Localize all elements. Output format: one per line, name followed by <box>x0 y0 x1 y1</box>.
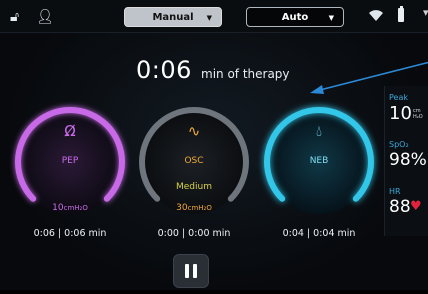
pep-setting-unit: cmH₂O <box>63 204 88 212</box>
therapy-timer-label: min of therapy <box>201 67 290 81</box>
droplet-icon: 💧︎ <box>315 122 322 140</box>
chevron-down-icon: ▼ <box>206 14 212 22</box>
hr-label: HR <box>389 187 401 196</box>
osc-intensity: Medium <box>176 182 212 192</box>
osc-setting-value: 30 <box>176 203 188 213</box>
pause-icon <box>193 264 197 278</box>
therapy-timer-value: 0:06 <box>136 56 192 84</box>
wifi-icon <box>369 10 383 21</box>
top-bar: 🔓︎ 👤︎ Manual ▼ Auto ▼ ▾ <box>0 0 428 33</box>
peak-label: Peak <box>389 93 408 102</box>
hr-value: 88 <box>389 197 411 217</box>
peak-value: 10 <box>389 103 412 124</box>
pep-setting-value: 10 <box>52 203 64 213</box>
osc-label: OSC <box>184 156 204 166</box>
neb-dial[interactable]: 💧︎ NEB <box>257 100 381 224</box>
peak-unit-bottom: H₂O <box>413 114 423 120</box>
lungs-icon: Ω̸ <box>64 122 76 140</box>
pep-dial[interactable]: Ω̸ PEP 10cmH₂O <box>8 100 132 224</box>
pause-icon <box>185 264 189 278</box>
chevron-down-icon: ▼ <box>328 14 334 22</box>
neb-time: 0:04 | 0:04 min <box>282 228 356 239</box>
osc-setting-unit: cmH₂O <box>187 204 212 212</box>
pep-label: PEP <box>61 156 79 166</box>
therapy-screen: 🔓︎ 👤︎ Manual ▼ Auto ▼ ▾ 0:06 min of ther… <box>0 0 428 294</box>
battery-icon <box>398 6 404 22</box>
user-icon[interactable]: 👤︎ <box>36 9 54 25</box>
osc-setting: 30cmH₂O <box>132 203 256 213</box>
auto-dropdown-value: Auto <box>281 12 309 23</box>
therapy-timer: 0:06 min of therapy <box>136 56 290 84</box>
spo2-label: SpO₂ <box>389 140 409 149</box>
spo2-value: 98% <box>389 150 427 170</box>
pep-setting: 10cmH₂O <box>8 203 132 213</box>
osc-time: 0:00 | 0:00 min <box>157 228 231 239</box>
clipped-status-icon: ▾ <box>423 6 428 19</box>
wave-icon: ∿ <box>187 122 201 140</box>
screen-bezel <box>0 290 428 294</box>
lock-icon[interactable]: 🔓︎ <box>10 9 19 25</box>
pause-button[interactable] <box>173 254 209 288</box>
osc-dial[interactable]: ∿ OSC Medium 30cmH₂O <box>132 100 256 224</box>
auto-dropdown[interactable]: Auto ▼ <box>246 7 344 27</box>
heart-icon: ♥ <box>410 199 422 214</box>
neb-label: NEB <box>309 156 329 166</box>
mode-dropdown-value: Manual <box>152 12 194 23</box>
pep-time: 0:06 | 0:06 min <box>33 228 107 239</box>
peak-unit: cm H₂O <box>413 108 423 120</box>
mode-dropdown[interactable]: Manual ▼ <box>124 7 222 27</box>
